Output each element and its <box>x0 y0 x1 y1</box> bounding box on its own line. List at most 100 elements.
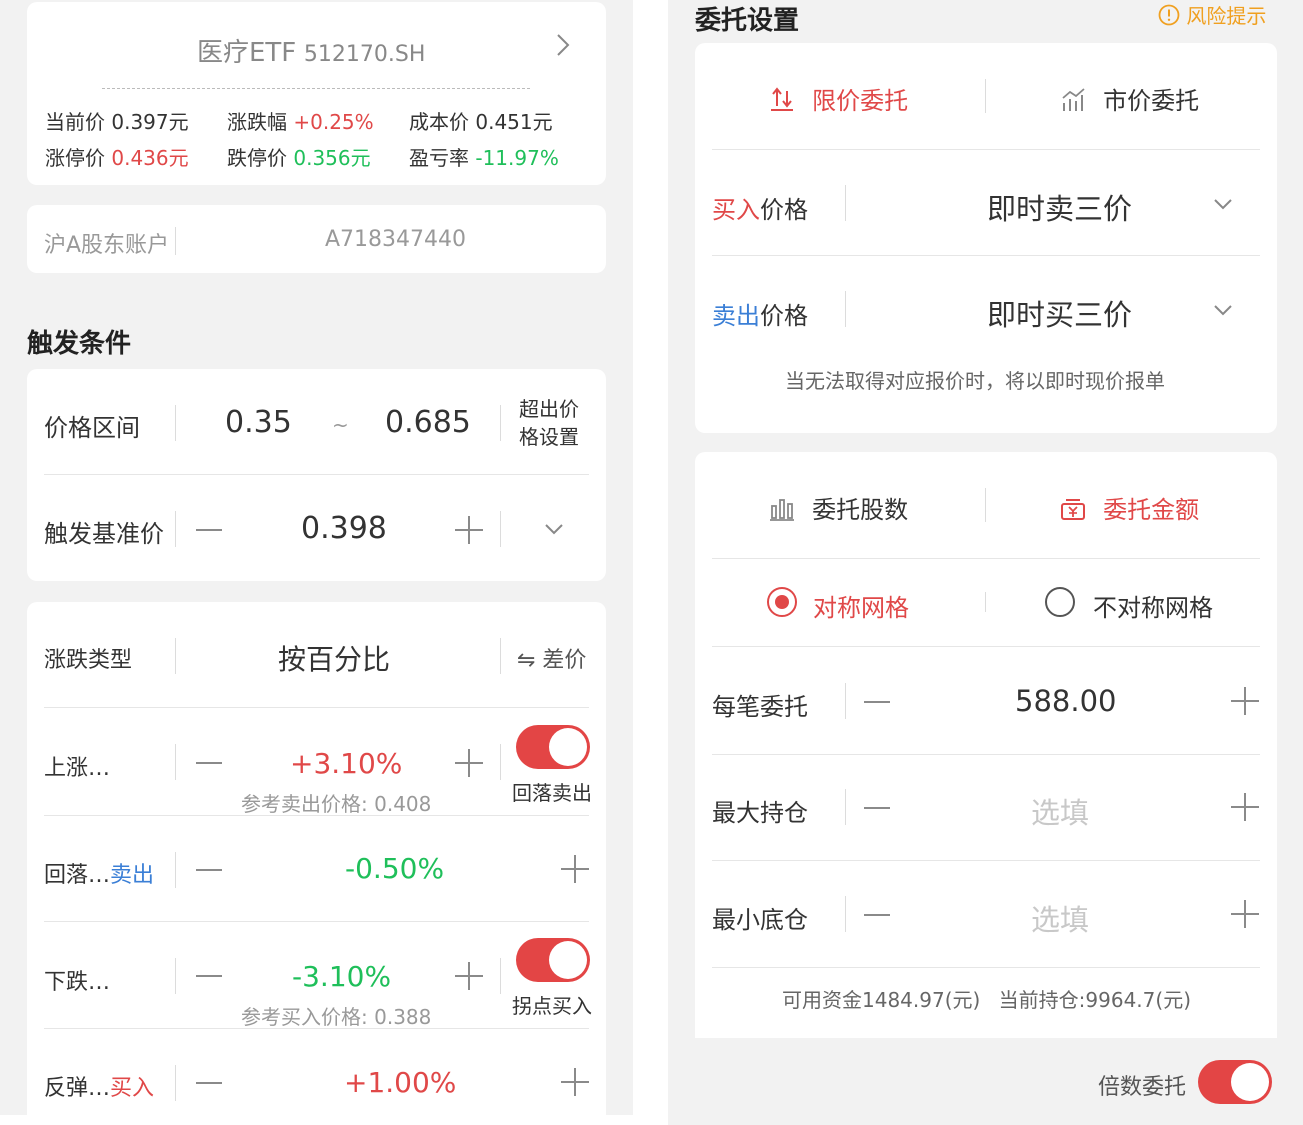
buy-price-select[interactable]: 即时卖三价 <box>987 186 1132 228</box>
trigger-section-title: 触发条件 <box>27 329 132 359</box>
min-hold-input[interactable]: 选填 <box>1031 897 1089 939</box>
money-icon <box>1061 499 1085 520</box>
out-of-range-button[interactable]: 超出价 格设置 <box>519 395 579 451</box>
rebound-increase-button[interactable] <box>561 1068 589 1096</box>
fall-increase-button[interactable] <box>455 962 483 990</box>
row-divider <box>44 707 589 708</box>
row-divider <box>44 1028 589 1029</box>
base-price-decrease-button[interactable] <box>196 529 222 531</box>
rebound-decrease-button[interactable] <box>196 1082 222 1084</box>
diff-price-switch[interactable]: ⇋ 差价 <box>517 642 586 674</box>
per-order-increase-button[interactable] <box>1231 687 1259 715</box>
divider <box>985 79 986 113</box>
order-settings-card: 限价委托 市价委托 买入价格 即时卖三价 卖出价格 即时买三价 当无法取得对应报… <box>695 43 1277 433</box>
per-order-decrease-button[interactable] <box>864 701 890 703</box>
stock-name: 医疗ETF <box>197 38 297 68</box>
limit-up-price: 涨停价 0.436元 <box>45 146 189 170</box>
toggle-knob <box>549 728 587 766</box>
divider <box>500 511 501 547</box>
pnl-rate: 盈亏率 -11.97% <box>409 146 559 170</box>
per-order-label: 每笔委托 <box>712 693 808 721</box>
turning-point-buy-toggle[interactable] <box>516 938 590 982</box>
row-divider <box>712 558 1260 559</box>
divider <box>175 1065 176 1101</box>
shares-tab[interactable]: 委托股数 <box>769 490 908 525</box>
rise-ref-price: 参考卖出价格: 0.408 <box>241 792 432 816</box>
multiple-order-label: 倍数委托 <box>1098 1075 1187 1100</box>
rebound-label: 反弹…买入 <box>44 1076 155 1101</box>
divider <box>500 405 501 441</box>
toggle-knob <box>1231 1063 1269 1101</box>
chevron-down-icon[interactable] <box>1213 303 1233 317</box>
chevron-right-icon[interactable] <box>555 32 571 58</box>
base-price-input[interactable]: 0.398 <box>301 511 387 546</box>
divider <box>175 405 176 441</box>
pullback-decrease-button[interactable] <box>196 869 222 871</box>
account-label: 沪A股东账户 <box>44 233 170 258</box>
rise-increase-button[interactable] <box>455 749 483 777</box>
min-hold-decrease-button[interactable] <box>864 914 890 916</box>
base-price-label: 触发基准价 <box>44 520 164 548</box>
rise-decrease-button[interactable] <box>196 762 222 764</box>
chevron-down-icon[interactable] <box>544 522 564 536</box>
divider <box>845 185 846 221</box>
min-hold-increase-button[interactable] <box>1231 900 1259 928</box>
pullback-label: 回落…卖出 <box>44 863 155 888</box>
pullback-value-input[interactable]: -0.50% <box>345 852 444 885</box>
row-divider <box>712 255 1260 256</box>
market-order-icon <box>1062 88 1085 111</box>
sell-price-select[interactable]: 即时买三价 <box>987 292 1132 334</box>
base-price-increase-button[interactable] <box>455 516 483 544</box>
range-separator: ~ <box>332 413 349 437</box>
pullback-increase-button[interactable] <box>561 855 589 883</box>
price-range-label: 价格区间 <box>44 414 140 442</box>
current-price: 当前价 0.397元 <box>45 110 189 134</box>
limit-order-tab[interactable]: 限价委托 <box>769 81 908 116</box>
divider <box>175 852 176 888</box>
row-divider <box>712 754 1260 755</box>
amount-card: 委托股数 委托金额 对称网格 不对称网格 每笔委托 588.00 最大持仓 选填… <box>695 452 1277 1038</box>
rise-value-input[interactable]: +3.10% <box>290 747 402 780</box>
pullback-sell-toggle[interactable] <box>516 725 590 769</box>
divider <box>175 958 176 994</box>
fall-label: 下跌… <box>44 970 111 995</box>
current-position: 当前持仓:9964.7(元) <box>998 988 1191 1012</box>
max-hold-increase-button[interactable] <box>1231 793 1259 821</box>
max-hold-decrease-button[interactable] <box>864 807 890 809</box>
risk-tip-link[interactable]: 风险提示 <box>1158 0 1266 29</box>
buy-price-label: 买入价格 <box>712 196 808 224</box>
divider <box>175 638 176 674</box>
divider <box>845 896 846 932</box>
symmetric-grid-radio[interactable] <box>767 587 797 617</box>
change-type-value[interactable]: 按百分比 <box>278 638 390 678</box>
limit-order-icon <box>771 87 793 111</box>
rise-label: 上涨… <box>44 756 111 781</box>
account-card[interactable]: 沪A股东账户 A718347440 <box>27 205 606 273</box>
trigger-card: 价格区间 0.35 ~ 0.685 超出价 格设置 触发基准价 0.398 <box>27 369 606 581</box>
money-tab[interactable]: 委托金额 <box>1060 490 1199 525</box>
divider <box>500 958 501 994</box>
rebound-value-input[interactable]: +1.00% <box>344 1066 456 1099</box>
chevron-down-icon[interactable] <box>1213 197 1233 211</box>
range-high-input[interactable]: 0.685 <box>385 405 471 440</box>
symmetric-grid-label[interactable]: 对称网格 <box>813 588 909 623</box>
range-low-input[interactable]: 0.35 <box>225 405 292 440</box>
toggle-knob <box>549 941 587 979</box>
account-value: A718347440 <box>325 227 467 252</box>
multiple-order-toggle[interactable] <box>1198 1060 1272 1104</box>
asymmetric-grid-radio[interactable] <box>1045 587 1075 617</box>
per-order-input[interactable]: 588.00 <box>1015 684 1116 718</box>
divider <box>845 789 846 825</box>
market-order-tab[interactable]: 市价委托 <box>1060 81 1199 116</box>
fall-decrease-button[interactable] <box>196 975 222 977</box>
divider <box>175 227 176 255</box>
stock-title[interactable]: 医疗ETF 512170.SH <box>197 32 425 69</box>
divider <box>985 592 986 612</box>
stock-code: 512170.SH <box>303 42 426 67</box>
sell-price-label: 卖出价格 <box>712 302 808 330</box>
divider <box>175 511 176 547</box>
asymmetric-grid-label[interactable]: 不对称网格 <box>1093 588 1213 623</box>
max-hold-input[interactable]: 选填 <box>1031 790 1089 832</box>
fall-value-input[interactable]: -3.10% <box>292 960 391 993</box>
row-divider <box>712 860 1260 861</box>
